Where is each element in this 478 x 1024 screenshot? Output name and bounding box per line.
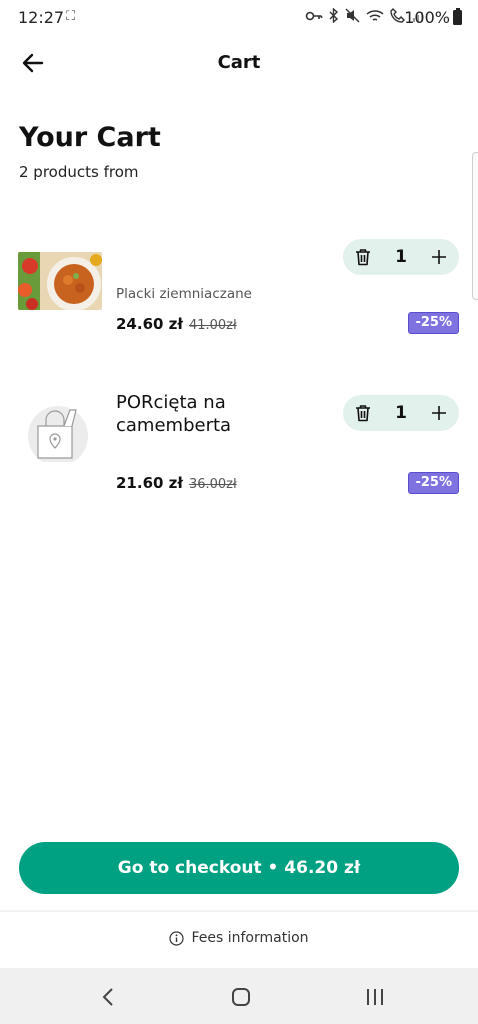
fees-information-label: Fees information bbox=[191, 930, 309, 946]
original-price: 36.00zł bbox=[188, 477, 237, 492]
system-back-button[interactable] bbox=[93, 982, 123, 1012]
cart-item: 1 Placki ziemniaczane 24.60 zł 41.00zł -… bbox=[0, 238, 478, 348]
current-price: 21.60 zł bbox=[116, 474, 183, 492]
increase-quantity-button[interactable] bbox=[421, 395, 457, 431]
product-name: Placki ziemniaczane bbox=[116, 286, 252, 302]
battery-percent: 100% bbox=[404, 8, 450, 27]
status-time: 12:27 bbox=[18, 8, 65, 27]
plus-icon bbox=[432, 406, 446, 420]
page-title: Your Cart bbox=[19, 122, 161, 153]
recent-apps-icon bbox=[367, 989, 383, 1005]
bluetooth-icon bbox=[329, 8, 339, 23]
status-bar: 12:27 ⛶ 100% bbox=[0, 0, 478, 36]
key-icon bbox=[305, 11, 323, 20]
chevron-left-icon bbox=[102, 988, 113, 1006]
divider bbox=[0, 910, 478, 912]
app-header: Cart bbox=[0, 40, 478, 84]
screen-capture-icon: ⛶ bbox=[66, 9, 77, 24]
system-nav-bar bbox=[0, 968, 478, 1024]
system-recent-apps-button[interactable] bbox=[360, 982, 390, 1012]
home-icon bbox=[232, 988, 250, 1006]
discount-badge: -25% bbox=[408, 472, 459, 494]
mute-icon bbox=[345, 8, 360, 23]
original-price: 41.00zł bbox=[188, 318, 237, 333]
plus-icon bbox=[432, 250, 446, 264]
product-name: PORcięta na camemberta bbox=[116, 392, 232, 436]
current-price: 24.60 zł bbox=[116, 315, 183, 333]
info-icon bbox=[169, 930, 185, 946]
increase-quantity-button[interactable] bbox=[421, 239, 457, 275]
product-placeholder-image bbox=[24, 400, 94, 466]
price-row: 24.60 zł 41.00zł bbox=[116, 315, 237, 333]
fees-information-link[interactable]: Fees information bbox=[0, 930, 478, 946]
quantity-stepper: 1 bbox=[343, 239, 459, 275]
quantity-stepper: 1 bbox=[343, 395, 459, 431]
wifi-icon bbox=[366, 9, 384, 21]
product-image bbox=[18, 252, 102, 310]
page-subtitle: 2 products from bbox=[19, 163, 139, 181]
header-title: Cart bbox=[217, 52, 261, 73]
price-row: 21.60 zł 36.00zł bbox=[116, 474, 237, 492]
checkout-button[interactable]: Go to checkout • 46.20 zł bbox=[19, 842, 459, 894]
battery-icon bbox=[453, 8, 462, 25]
discount-badge: -25% bbox=[408, 312, 459, 334]
cart-item: 1 PORcięta na camemberta 21.60 zł 36.00z… bbox=[0, 392, 478, 502]
system-home-button[interactable] bbox=[226, 982, 256, 1012]
